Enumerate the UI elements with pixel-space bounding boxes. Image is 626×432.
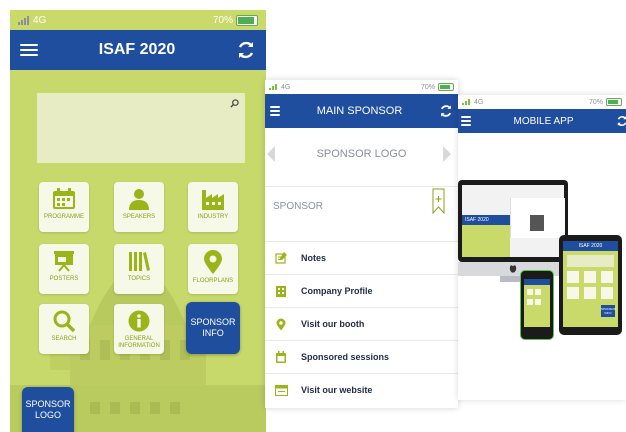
signal-icon (269, 84, 277, 90)
calendar-icon (276, 351, 286, 363)
browser-icon (274, 384, 288, 396)
sponsor-logo-line1: SPONSOR (25, 398, 71, 409)
sponsor-name: SPONSOR (273, 201, 324, 212)
tile-search[interactable]: SEARCH (39, 304, 89, 354)
battery-icon (438, 83, 454, 91)
tablet-sponsor-label: SPONSOR INFO (601, 305, 617, 317)
tablet-mockup: ISAF 2020 SPONSOR INFO (559, 235, 622, 335)
menu-item-company-profile[interactable]: Company Profile (265, 274, 458, 307)
chevron-right-icon[interactable] (443, 146, 451, 162)
isaf-home-screen: 4G 70% ISAF 2020 PROGRAMME SPEAKERS INDU… (10, 10, 266, 432)
presentation-icon (54, 251, 74, 272)
tile-label: POSTERS (49, 276, 79, 282)
magnifier-icon (53, 310, 75, 332)
tile-label: SEARCH (51, 336, 77, 342)
network-label: 4G (474, 98, 484, 106)
sponsor-info-line2: INFO (202, 328, 224, 338)
menu-item-label: Visit our booth (301, 319, 365, 329)
tile-programme[interactable]: PROGRAMME (39, 182, 89, 232)
battery-percent: 70% (212, 14, 233, 26)
battery-percent: 70% (420, 83, 435, 91)
map-pin-icon (204, 250, 222, 274)
search-icon[interactable] (230, 99, 239, 108)
app-header: MOBILE APP (458, 109, 626, 133)
refresh-icon[interactable] (616, 115, 626, 127)
app-title: MOBILE APP (513, 115, 574, 127)
menu-item-sponsored-sessions[interactable]: Sponsored sessions (265, 340, 458, 373)
factory-icon (202, 190, 224, 210)
menu-icon[interactable] (270, 106, 280, 116)
tile-floorplans[interactable]: FLOORPLANS (188, 244, 238, 294)
tile-topics[interactable]: TOPICS (114, 244, 164, 294)
tile-industry[interactable]: INDUSTRY (188, 182, 238, 232)
laptop-app-title: ISAF 2020 (462, 215, 510, 225)
app-header: MAIN SPONSOR (265, 94, 458, 128)
menu-item-label: Company Profile (301, 286, 373, 296)
status-bar: 4G 70% (458, 95, 626, 109)
map-pin-icon (276, 318, 286, 330)
mobile-app-screen: 4G 70% MOBILE APP ISAF 2020 ISAF 2020 SP… (458, 95, 626, 400)
network-label: 4G (281, 83, 291, 91)
refresh-icon[interactable] (236, 40, 256, 60)
tile-label: GENERAL INFORMATION (118, 336, 160, 349)
search-area[interactable] (37, 93, 245, 163)
sponsor-logo-placeholder: SPONSOR LOGO (316, 148, 407, 160)
menu-item-label: Sponsored sessions (301, 352, 390, 362)
network-label: 4G (33, 14, 47, 26)
menu-item-label: Notes (301, 253, 327, 263)
signal-icon (18, 15, 29, 25)
refresh-icon[interactable] (439, 104, 453, 118)
sponsor-info-button[interactable]: SPONSOR INFO (186, 302, 240, 354)
sponsor-info-line1: SPONSOR (190, 317, 236, 327)
sponsor-logo-button[interactable]: SPONSOR LOGO (22, 387, 74, 432)
apple-logo-icon (509, 265, 517, 273)
tile-general-information[interactable]: GENERAL INFORMATION (114, 304, 164, 354)
battery-icon (606, 98, 622, 106)
calendar-icon (53, 188, 75, 209)
menu-item-visit-website[interactable]: Visit our website (265, 373, 458, 406)
sponsor-name-row: SPONSOR (265, 187, 458, 239)
status-bar: 4G 70% (10, 10, 266, 30)
menu-item-notes[interactable]: Notes (265, 241, 458, 274)
books-icon (129, 252, 150, 271)
battery-icon (236, 14, 258, 26)
bookmark-icon[interactable] (432, 188, 445, 214)
battery-percent: 70% (588, 98, 603, 106)
tile-speakers[interactable]: SPEAKERS (114, 182, 164, 232)
sponsor-logo-line2: LOGO (34, 409, 61, 420)
menu-item-visit-booth[interactable]: Visit our booth (265, 307, 458, 340)
tile-label: TOPICS (127, 276, 151, 282)
tile-label: PROGRAMME (43, 214, 84, 220)
menu-item-label: Visit our website (301, 385, 373, 395)
menu-icon[interactable] (461, 116, 471, 126)
main-sponsor-screen: 4G 70% MAIN SPONSOR SPONSOR LOGO SPONSOR… (265, 80, 458, 408)
tile-label: INDUSTRY (197, 214, 229, 220)
signal-icon (462, 99, 470, 105)
building-icon (276, 286, 286, 297)
sponsor-logo-carousel: SPONSOR LOGO (265, 128, 458, 187)
status-bar: 4G 70% (265, 80, 458, 94)
tile-label: SPEAKERS (122, 214, 156, 220)
app-title: MAIN SPONSOR (316, 105, 403, 117)
info-icon (128, 310, 150, 332)
notes-icon (275, 252, 287, 264)
menu-icon[interactable] (20, 44, 38, 56)
tile-label: FLOORPLANS (192, 278, 234, 284)
tablet-app-title: ISAF 2020 (563, 241, 618, 251)
tile-posters[interactable]: POSTERS (39, 244, 89, 294)
app-header: ISAF 2020 (10, 30, 266, 70)
phone-mockup (520, 270, 554, 340)
person-icon (129, 189, 149, 210)
app-title: ISAF 2020 (98, 41, 176, 58)
